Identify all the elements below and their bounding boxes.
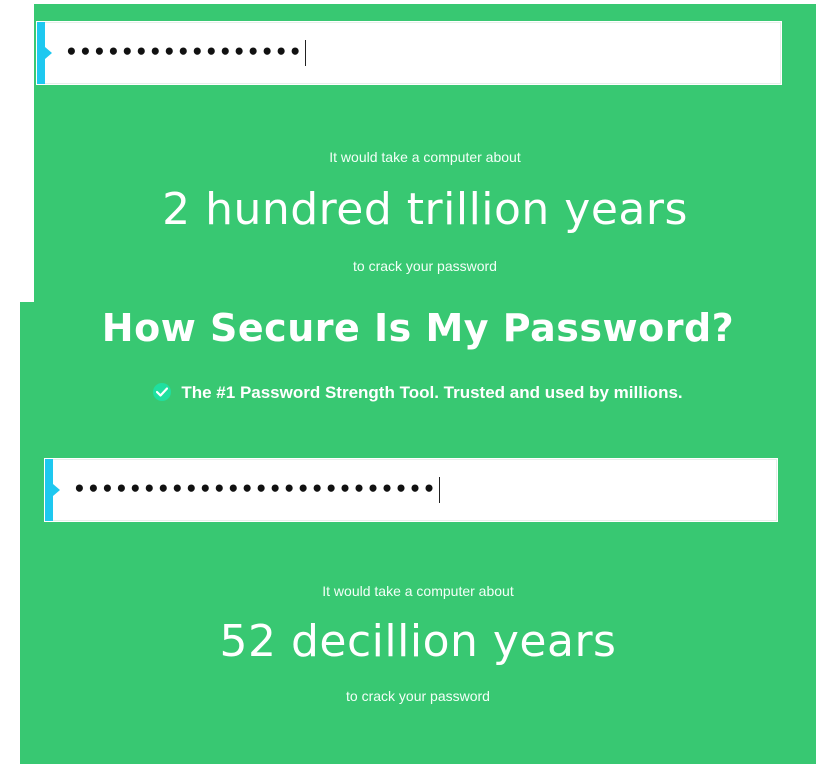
check-circle-icon [153, 383, 172, 401]
password-dots: ••••••••••••••••• [65, 39, 303, 64]
password-dots: •••••••••••••••••••••••••• [73, 476, 437, 501]
caret-right-icon [53, 484, 60, 496]
caret-right-icon [45, 47, 52, 59]
input-accent-bar [37, 22, 45, 84]
text-cursor [304, 40, 306, 66]
crack-time-intro: It would take a computer about [329, 149, 521, 165]
password-value: •••••••••••••••••••••••••• [73, 477, 440, 503]
text-cursor [438, 477, 440, 503]
input-accent-bar [45, 459, 53, 521]
page-title: How Secure Is My Password? [101, 306, 735, 350]
tagline-text: The #1 Password Strength Tool. Trusted a… [181, 383, 683, 402]
password-input[interactable]: •••••••••••••••••••••••••• [44, 458, 778, 522]
crack-time-outro: to crack your password [353, 258, 497, 274]
crack-time-result: 2 hundred trillion years [162, 184, 688, 235]
tagline: The #1 Password Strength Tool. Trusted a… [20, 383, 816, 403]
top-result-panel: ••••••••••••••••• It would take a comput… [34, 4, 816, 302]
password-value: ••••••••••••••••• [65, 40, 306, 66]
main-panel: How Secure Is My Password? The #1 Passwo… [20, 302, 816, 764]
crack-time-result: 52 decillion years [219, 616, 617, 667]
password-input-top[interactable]: ••••••••••••••••• [36, 21, 782, 85]
crack-time-intro: It would take a computer about [322, 583, 514, 599]
crack-time-outro: to crack your password [346, 688, 490, 704]
